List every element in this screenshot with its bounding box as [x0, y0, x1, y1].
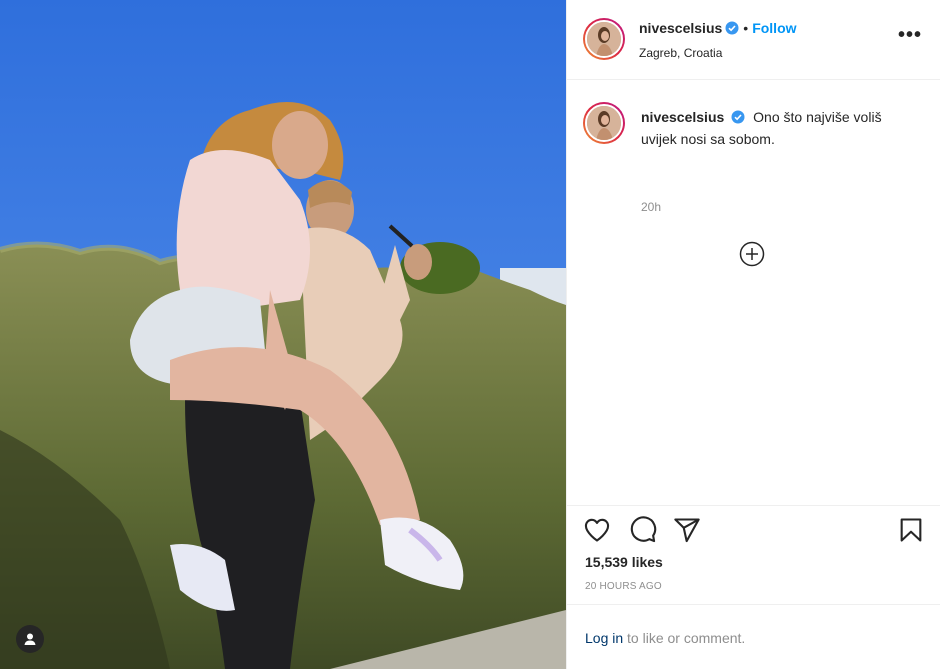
comment-icon	[630, 516, 657, 543]
login-prompt: Log in to like or comment.	[585, 630, 745, 646]
bookmark-icon	[900, 518, 922, 542]
post-image	[0, 0, 566, 669]
post-timestamp[interactable]: 20 HOURS AGO	[585, 581, 662, 592]
post-sidebar: nivescelsius • Follow Zagreb, Croatia ••• …	[566, 0, 940, 669]
caption-username[interactable]: nivescelsius	[641, 109, 724, 125]
save-button[interactable]	[897, 516, 925, 544]
post-photo[interactable]	[0, 0, 566, 669]
likes-count[interactable]: 15,539 likes	[585, 554, 663, 570]
share-icon	[674, 518, 700, 543]
post-actions: 15,539 likes 20 HOURS AGO	[567, 505, 940, 592]
avatar[interactable]	[583, 18, 625, 60]
avatar-image	[587, 22, 621, 56]
login-prompt-text: to like or comment.	[623, 630, 746, 646]
user-tag-icon	[24, 633, 36, 645]
location-link[interactable]: Zagreb, Croatia	[639, 46, 797, 60]
verified-badge-icon	[731, 109, 745, 129]
like-button[interactable]	[583, 516, 611, 544]
caption-text: nivescelsius Ono što najviše voliš uvije…	[641, 107, 921, 149]
verified-badge-icon	[725, 21, 739, 40]
comment-button[interactable]	[629, 516, 657, 544]
share-button[interactable]	[673, 516, 701, 544]
tagged-users-button[interactable]	[16, 625, 44, 653]
caption-time[interactable]: 20h	[641, 200, 661, 214]
caption-avatar[interactable]	[583, 102, 625, 144]
separator: •	[743, 20, 749, 36]
username-link[interactable]: nivescelsius	[639, 20, 722, 36]
login-bar: Log in to like or comment.	[567, 604, 940, 669]
follow-button[interactable]: Follow	[752, 20, 796, 36]
avatar-image	[587, 106, 621, 140]
more-options-icon[interactable]: •••	[898, 25, 922, 45]
user-block: nivescelsius • Follow Zagreb, Croatia	[639, 20, 797, 60]
plus-circle-icon	[739, 241, 765, 267]
heart-icon	[584, 518, 610, 542]
post-header: nivescelsius • Follow Zagreb, Croatia •••	[567, 0, 940, 80]
login-link[interactable]: Log in	[585, 630, 623, 646]
load-more-comments-button[interactable]	[739, 241, 765, 267]
